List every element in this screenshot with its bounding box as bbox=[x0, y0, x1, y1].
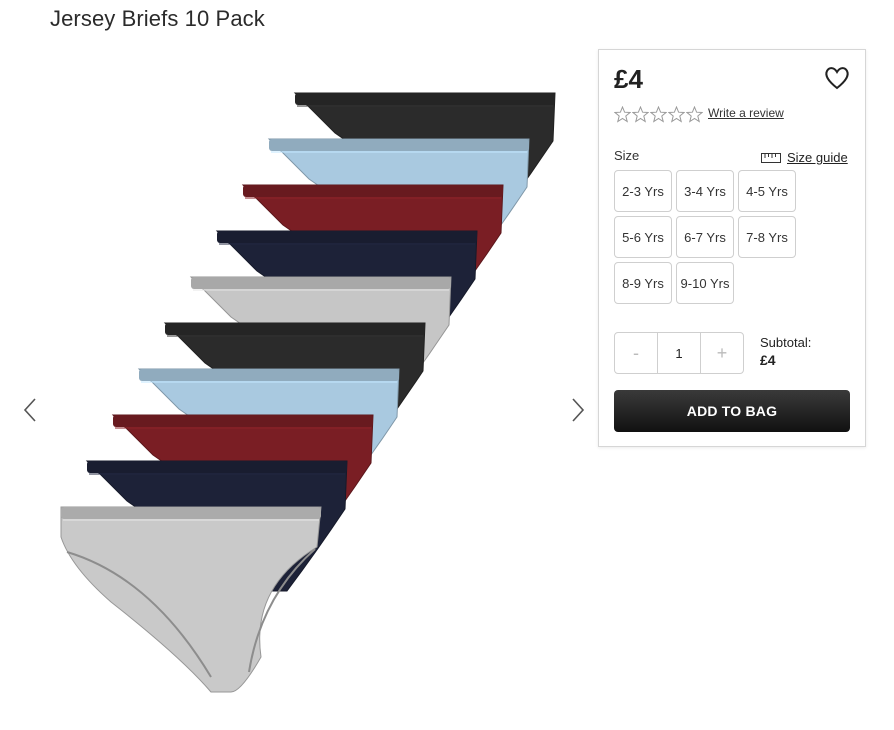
subtotal-value: £4 bbox=[760, 352, 776, 368]
chevron-right-icon bbox=[572, 398, 585, 422]
star-icon bbox=[614, 106, 631, 123]
gallery-next-button[interactable] bbox=[566, 395, 590, 425]
chevron-left-icon bbox=[23, 398, 36, 422]
star-icon bbox=[632, 106, 649, 123]
heart-icon bbox=[825, 67, 849, 90]
size-label: Size bbox=[614, 148, 640, 163]
size-option[interactable]: 2-3 Yrs bbox=[614, 170, 672, 212]
brief-item bbox=[60, 506, 322, 693]
star-icon bbox=[650, 106, 667, 123]
product-title: Jersey Briefs 10 Pack bbox=[50, 6, 265, 31]
subtotal-label: Subtotal: bbox=[760, 335, 812, 350]
size-option[interactable]: 8-9 Yrs bbox=[614, 262, 672, 304]
quantity-increase-button[interactable]: + bbox=[701, 333, 743, 373]
quantity-decrease-button[interactable]: - bbox=[615, 333, 657, 373]
product-price: £4 bbox=[614, 64, 643, 94]
wishlist-button[interactable] bbox=[823, 64, 851, 92]
ruler-icon bbox=[761, 152, 781, 163]
star-icon bbox=[668, 106, 685, 123]
size-option[interactable]: 3-4 Yrs bbox=[676, 170, 734, 212]
gallery-prev-button[interactable] bbox=[18, 395, 42, 425]
subtotal: Subtotal: £4 bbox=[760, 335, 811, 368]
product-gallery bbox=[0, 60, 600, 720]
product-image bbox=[60, 92, 556, 693]
write-review-link[interactable]: Write a review bbox=[708, 106, 784, 120]
star-icon bbox=[686, 106, 703, 123]
quantity-input[interactable]: 1 bbox=[657, 333, 701, 373]
rating-stars[interactable] bbox=[614, 106, 703, 123]
size-guide-link[interactable]: Size guide bbox=[761, 150, 848, 165]
size-option[interactable]: 4-5 Yrs bbox=[738, 170, 796, 212]
size-options: 2-3 Yrs 3-4 Yrs 4-5 Yrs 5-6 Yrs 6-7 Yrs … bbox=[614, 170, 804, 304]
add-to-bag-button[interactable]: ADD TO BAG bbox=[614, 390, 850, 432]
size-option[interactable]: 9-10 Yrs bbox=[676, 262, 734, 304]
size-option[interactable]: 6-7 Yrs bbox=[676, 216, 734, 258]
size-option[interactable]: 5-6 Yrs bbox=[614, 216, 672, 258]
purchase-panel: £4 Write a review Size Size guide 2-3 Yr… bbox=[598, 49, 866, 447]
size-option[interactable]: 7-8 Yrs bbox=[738, 216, 796, 258]
quantity-stepper: - 1 + bbox=[614, 332, 744, 374]
size-guide-label: Size guide bbox=[787, 150, 848, 165]
